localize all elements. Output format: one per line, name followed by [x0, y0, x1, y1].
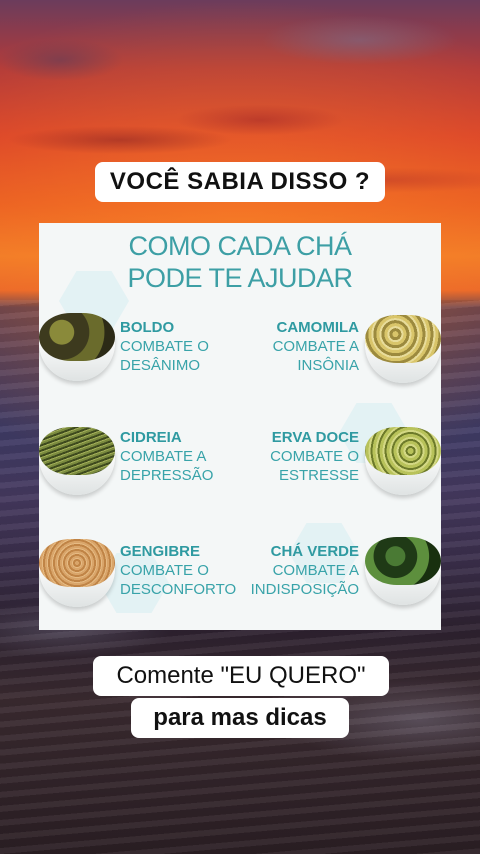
tea-item-cidreia: CIDREIA COMBATE A DEPRESSÃO [120, 429, 213, 485]
tea-item-erva-doce: ERVA DOCE COMBATE O ESTRESSE [270, 429, 359, 485]
tea-name: CAMOMILA [276, 319, 360, 336]
camomila-bowl-image [365, 315, 441, 387]
tea-benefit-line1: COMBATE O [120, 562, 209, 579]
tea-item-cha-verde: CHÁ VERDE COMBATE A INDISPOSIÇÃO [251, 543, 359, 599]
tea-benefit-line1: COMBATE A [120, 448, 207, 465]
tea-benefit-line2: ESTRESSE [278, 467, 359, 484]
tea-item-camomila: CAMOMILA COMBATE A INSÔNIA [273, 319, 359, 375]
gengibre-bowl-image [39, 539, 115, 611]
tea-name: BOLDO [120, 319, 175, 336]
tea-name: ERVA DOCE [271, 429, 359, 446]
tea-benefit-line2: INDISPOSIÇÃO [250, 581, 359, 598]
erva-doce-bowl-image [365, 427, 441, 499]
card-title-line2: PODE TE AJUDAR [127, 263, 353, 293]
tea-benefit-line2: DESÂNIMO [120, 357, 201, 374]
tea-benefit-line1: COMBATE A [272, 562, 359, 579]
tea-benefit-line2: DEPRESSÃO [120, 467, 214, 484]
tea-infographic-card: COMO CADA CHÁ PODE TE AJUDAR BOLDO COMBA… [39, 223, 441, 630]
cha-verde-bowl-image [365, 537, 441, 609]
comment-cta-line2: para mas dicas [131, 698, 349, 738]
card-title-line1: COMO CADA CHÁ [128, 231, 352, 261]
tea-benefit-line1: COMBATE A [272, 338, 359, 355]
tea-name: CIDREIA [120, 429, 182, 446]
tea-benefit-line1: COMBATE O [270, 448, 359, 465]
tea-benefit-line2: DESCONFORTO [120, 581, 237, 598]
header-caption: VOCÊ SABIA DISSO ? [95, 162, 385, 202]
boldo-bowl-image [39, 313, 115, 385]
tea-item-gengibre: GENGIBRE COMBATE O DESCONFORTO [120, 543, 236, 599]
cidreia-bowl-image [39, 427, 115, 499]
tea-benefit-line1: COMBATE O [120, 338, 209, 355]
tea-name: CHÁ VERDE [270, 543, 359, 560]
comment-cta-line1: Comente "EU QUERO" [93, 656, 389, 696]
tea-benefit-line2: INSÔNIA [297, 357, 359, 374]
tea-name: GENGIBRE [120, 543, 201, 560]
tea-item-boldo: BOLDO COMBATE O DESÂNIMO [120, 319, 209, 375]
